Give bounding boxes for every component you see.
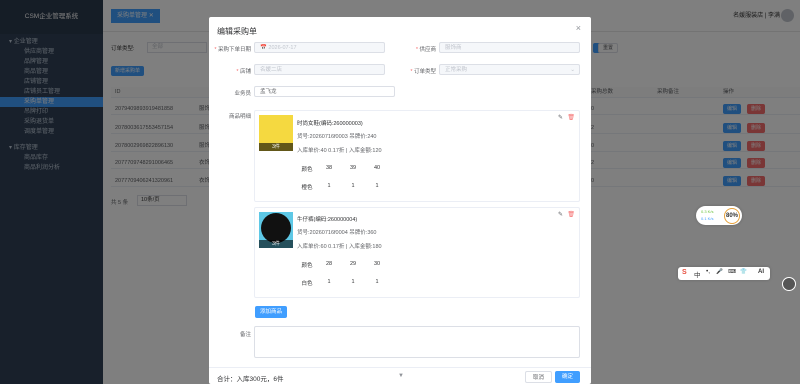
product-card: 3件 牛仔裤(编码:260000004) 货号:20260716f0004 吊牌… — [254, 207, 580, 298]
cancel-button[interactable]: 取消 — [525, 371, 553, 383]
details-label: 商品明细 — [228, 114, 251, 120]
percent-indicator: 80% — [724, 208, 740, 224]
assistant-avatar[interactable] — [782, 277, 796, 291]
note-textarea[interactable] — [254, 326, 580, 358]
order-type-label: * 订单类型 — [410, 69, 436, 75]
edit-icon[interactable]: ✎ — [558, 114, 563, 121]
store-input[interactable]: 名媛二店 — [254, 64, 385, 75]
microphone-icon[interactable]: 🎤 — [716, 269, 723, 275]
product-price: 入库单价:60 0.17折 | 入库金额:180 — [297, 244, 382, 250]
product-thumbnail: 3件 — [259, 212, 293, 248]
supplier-input[interactable]: 服饰商 — [439, 42, 580, 53]
product-thumbnail: 3件 — [259, 115, 293, 151]
keyboard-icon[interactable]: ⌨ — [728, 269, 736, 275]
product-name: 时尚女鞋(编码:260000003) — [297, 121, 363, 127]
edit-purchase-dialog: 编辑采购单 × * 采购下单日期 📅 2026-07-17 * 供应商 服饰商 … — [209, 17, 591, 384]
dialog-title: 编辑采购单 — [217, 27, 257, 36]
qty-badge: 3件 — [259, 240, 293, 248]
dialog-footer: 合计：入库300元，6件 ▼ 取消 确定 — [209, 367, 591, 384]
close-icon[interactable]: × — [576, 23, 581, 33]
product-card: 3件 时尚女鞋(编码:260000003) 货号:20260716f0003 吊… — [254, 110, 580, 202]
order-type-select[interactable]: 正常采购 ⌄ — [439, 64, 580, 75]
qty-badge: 3件 — [259, 143, 293, 151]
ime-toolbar[interactable]: S 中 •, 🎤 ⌨ 👕 AI — [678, 267, 770, 280]
salesperson-label: 业务员 — [234, 91, 251, 97]
ai-icon[interactable]: AI — [758, 269, 764, 275]
product-code: 货号:20260716f0003 吊牌价:240 — [297, 134, 377, 140]
chevron-down-icon: ⌄ — [570, 67, 575, 73]
product-name: 牛仔裤(编码:260000004) — [297, 217, 358, 223]
sogou-icon[interactable]: S — [682, 269, 687, 276]
store-label: * 店铺 — [236, 69, 251, 75]
punctuation-icon[interactable]: •, — [706, 268, 710, 275]
product-price: 入库单价:40 0.17折 | 入库金额:120 — [297, 148, 382, 154]
supplier-label: * 供应商 — [415, 47, 436, 53]
product-code: 货号:20260716f0004 吊牌价:360 — [297, 230, 377, 236]
delete-icon[interactable]: 🗑 — [567, 114, 575, 121]
order-date-input[interactable]: 📅 2026-07-17 — [254, 42, 385, 53]
total-summary: 合计：入库300元，6件 — [217, 376, 284, 383]
salesperson-input[interactable]: 孟飞龙 — [254, 86, 395, 97]
order-date-label: * 采购下单日期 — [214, 47, 251, 53]
add-product-button[interactable]: 添加商品 — [255, 306, 288, 318]
confirm-button[interactable]: 确定 — [555, 371, 581, 383]
lang-toggle[interactable]: 中 — [694, 269, 701, 279]
delete-icon[interactable]: 🗑 — [567, 211, 575, 218]
skin-icon[interactable]: 👕 — [740, 269, 747, 275]
network-speed-widget[interactable]: 0.3 K/s 0.1 K/s 80% — [696, 206, 742, 225]
chevron-down-icon[interactable]: ▼ — [398, 373, 404, 379]
edit-icon[interactable]: ✎ — [558, 211, 563, 218]
note-label: 备注 — [239, 332, 251, 338]
